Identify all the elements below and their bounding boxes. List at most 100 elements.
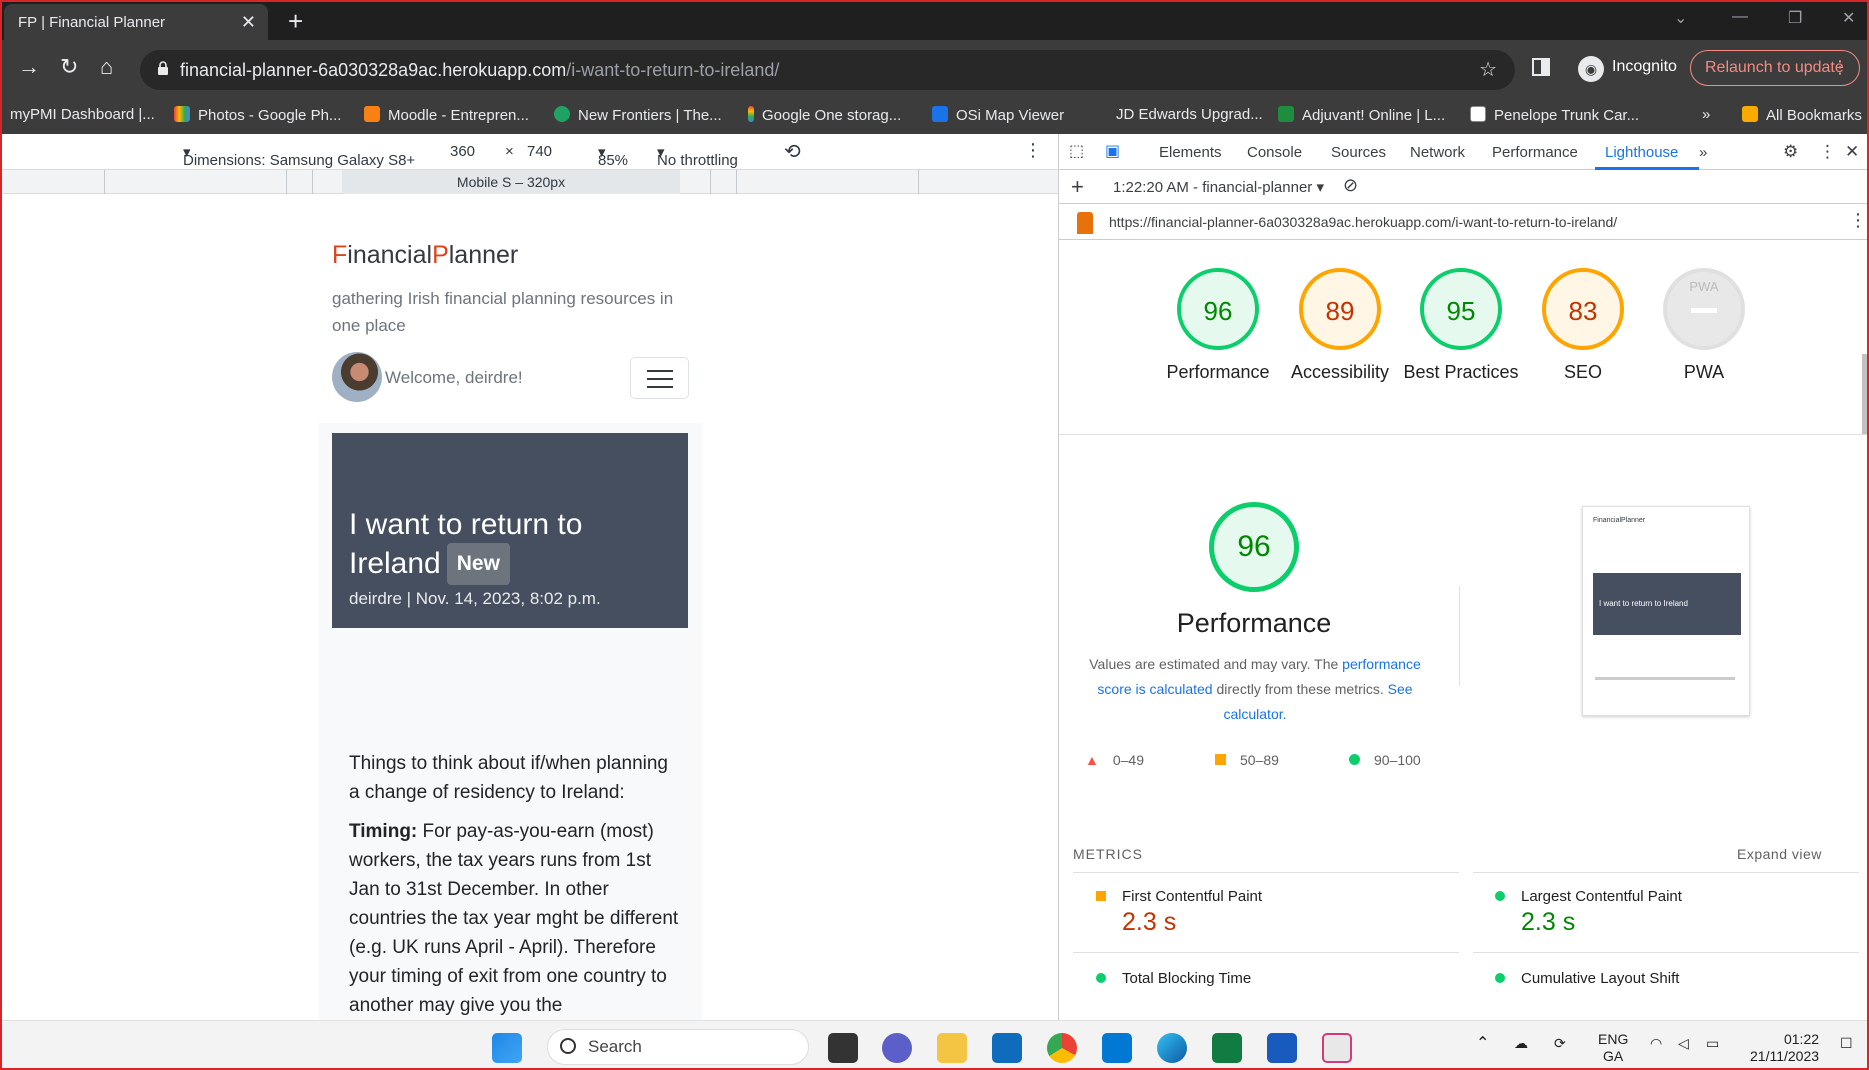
wifi-icon[interactable]: ◠: [1650, 1035, 1662, 1052]
language-indicator[interactable]: ENG GA: [1598, 1031, 1628, 1065]
clock-date: 21/11/2023: [1750, 1048, 1820, 1064]
tab-network[interactable]: Network: [1410, 144, 1465, 161]
seo-gauge[interactable]: 83: [1542, 268, 1624, 350]
word-icon[interactable]: [1267, 1033, 1297, 1063]
taskbar-search[interactable]: Search: [547, 1029, 809, 1065]
browser-tab[interactable]: FP | Financial Planner ✕: [4, 4, 268, 40]
performance-gauge[interactable]: 96: [1177, 268, 1259, 350]
inspect-icon[interactable]: ⬚: [1069, 141, 1084, 161]
clock-time: 01:22: [1783, 1031, 1820, 1047]
address-bar[interactable]: financial-planner-6a030328a9ac.herokuapp…: [140, 50, 1515, 90]
menu-dots-icon[interactable]: ⋮: [1831, 57, 1849, 78]
clear-icon[interactable]: ⊘: [1343, 175, 1358, 196]
home-icon[interactable]: ⌂: [100, 54, 113, 80]
mq-segment[interactable]: [736, 170, 737, 194]
file-explorer-icon[interactable]: [937, 1033, 967, 1063]
settings-icon[interactable]: ⚙: [1783, 142, 1798, 162]
new-tab-icon[interactable]: +: [288, 6, 303, 37]
excel-icon[interactable]: [1212, 1033, 1242, 1063]
pwa-gauge[interactable]: PWA: [1663, 268, 1745, 350]
divider: [1059, 434, 1867, 435]
bookmark-item[interactable]: Moodle - Entrepren...: [364, 106, 529, 124]
report-select[interactable]: 1:22:20 AM - financial-planner ▾: [1113, 178, 1324, 196]
chrome-icon[interactable]: [1047, 1033, 1077, 1063]
more-bookmarks-icon[interactable]: »: [1702, 106, 1710, 123]
metric-name: First Contentful Paint: [1122, 888, 1263, 905]
devtools-menu-icon[interactable]: ⋮: [1819, 142, 1836, 162]
expand-view-toggle[interactable]: Expand view: [1737, 846, 1822, 862]
windows-start-icon[interactable]: [492, 1033, 522, 1063]
bookmark-item[interactable]: Penelope Trunk Car...: [1470, 106, 1639, 124]
clock[interactable]: 01:22 21/11/2023: [1750, 1031, 1819, 1065]
bookmark-item[interactable]: myPMI Dashboard |...: [10, 106, 155, 123]
final-screenshot-thumbnail[interactable]: FinancialPlanner I want to return to Ire…: [1582, 506, 1750, 716]
close-tab-icon[interactable]: ✕: [241, 12, 256, 33]
bookmark-item[interactable]: New Frontiers | The...: [554, 106, 722, 124]
chevron-up-icon[interactable]: ⌃: [1476, 1035, 1489, 1052]
battery-icon[interactable]: ▭: [1706, 1035, 1719, 1052]
mq-segment[interactable]: [918, 170, 919, 194]
site-brand[interactable]: FinancialPlanner: [332, 241, 518, 270]
tab-elements[interactable]: Elements: [1159, 144, 1222, 161]
report-menu-icon[interactable]: ⋮: [1849, 210, 1867, 231]
minimize-icon[interactable]: —: [1732, 8, 1748, 26]
height-input[interactable]: 740: [527, 143, 552, 160]
mq-label[interactable]: Mobile S – 320px: [342, 170, 680, 194]
post-paragraph: Things to think about if/when planning a…: [349, 753, 668, 803]
mq-segment[interactable]: [104, 170, 105, 194]
scrollbar[interactable]: [1862, 354, 1867, 434]
chevron-down-icon[interactable]: ⌄: [1674, 8, 1687, 28]
square-icon: [1096, 891, 1106, 901]
mq-segment[interactable]: [286, 170, 287, 194]
menu-toggle-button[interactable]: [630, 357, 689, 399]
outlook-icon[interactable]: [992, 1033, 1022, 1063]
sync-icon[interactable]: ⟳: [1554, 1035, 1566, 1052]
mq-segment[interactable]: [710, 170, 711, 194]
restore-icon[interactable]: ❐: [1788, 8, 1802, 28]
bookmark-item[interactable]: JD Edwards Upgrad...: [1116, 106, 1263, 123]
relaunch-button[interactable]: Relaunch to update ⋮: [1690, 50, 1860, 86]
onedrive-icon[interactable]: ☁: [1514, 1035, 1528, 1052]
device-menu-icon[interactable]: ⋮: [1024, 140, 1042, 161]
vscode-icon[interactable]: [1102, 1033, 1132, 1063]
forward-icon[interactable]: →: [18, 54, 40, 80]
task-view-icon[interactable]: [828, 1033, 858, 1063]
bookmark-item[interactable]: OSi Map Viewer: [932, 106, 1064, 124]
accessibility-gauge[interactable]: 89: [1299, 268, 1381, 350]
teams-chat-icon[interactable]: [882, 1033, 912, 1063]
all-bookmarks[interactable]: All Bookmarks: [1742, 106, 1862, 124]
tab-lighthouse[interactable]: Lighthouse: [1605, 144, 1678, 161]
best-practices-gauge[interactable]: 95: [1420, 268, 1502, 350]
url-host: financial-planner-6a030328a9ac.herokuapp…: [180, 60, 567, 80]
side-panel-icon[interactable]: [1532, 58, 1550, 76]
triangle-icon: ▲: [1085, 752, 1099, 768]
more-tabs-icon[interactable]: »: [1699, 144, 1707, 161]
device-toggle-icon[interactable]: ▣: [1105, 141, 1120, 161]
close-devtools-icon[interactable]: ✕: [1845, 142, 1859, 162]
bookmark-star-icon[interactable]: ☆: [1479, 57, 1497, 82]
square-icon: [1215, 754, 1226, 765]
bookmark-item[interactable]: Adjuvant! Online | L...: [1278, 106, 1445, 124]
snipping-tool-icon[interactable]: [1322, 1033, 1352, 1063]
taskbar: Search ⌃ ☁ ⟳ ENG GA ◠ ◁ ▭ 01:22 21/11/2023…: [2, 1020, 1867, 1068]
bookmark-item[interactable]: Photos - Google Ph...: [174, 106, 341, 124]
mq-segment[interactable]: [312, 170, 313, 194]
divider: [1073, 872, 1459, 873]
tab-console[interactable]: Console: [1247, 144, 1302, 161]
zoom-select[interactable]: 85% ▾: [598, 143, 628, 169]
incognito-indicator[interactable]: ◉ Incognito: [1568, 52, 1689, 86]
bookmark-item[interactable]: Google One storag...: [748, 106, 901, 124]
width-input[interactable]: 360: [450, 143, 475, 160]
new-report-icon[interactable]: +: [1071, 174, 1084, 200]
reload-icon[interactable]: ↻: [60, 54, 78, 80]
edge-icon[interactable]: [1157, 1033, 1187, 1063]
report-url[interactable]: https://financial-planner-6a030328a9ac.h…: [1109, 214, 1617, 230]
speaker-icon[interactable]: ◁: [1678, 1035, 1689, 1052]
rotate-icon[interactable]: ⟲: [784, 139, 801, 164]
notifications-icon[interactable]: ☐: [1840, 1035, 1853, 1052]
tab-sources[interactable]: Sources: [1331, 144, 1386, 161]
device-select[interactable]: Dimensions: Samsung Galaxy S8+ ▾: [183, 143, 415, 169]
throttle-select[interactable]: No throttling ▾: [657, 143, 738, 169]
close-window-icon[interactable]: ✕: [1842, 8, 1855, 28]
tab-performance[interactable]: Performance: [1492, 144, 1578, 161]
